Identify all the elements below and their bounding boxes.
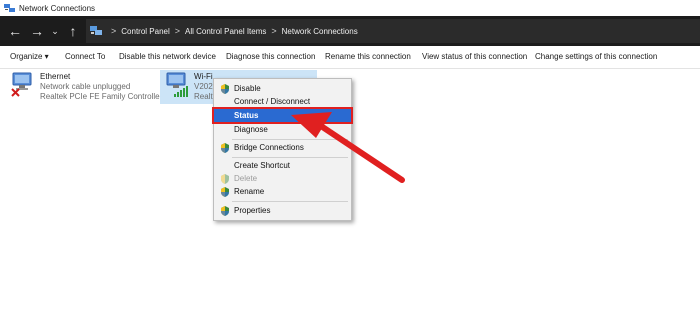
forward-button[interactable]: → bbox=[26, 24, 48, 38]
context-menu: Disable Connect / Disconnect Status Diag… bbox=[212, 78, 353, 221]
menu-separator bbox=[232, 201, 348, 202]
breadcrumb-separator: > bbox=[174, 26, 181, 36]
breadcrumb-control-panel[interactable]: Control Panel bbox=[121, 27, 169, 36]
uac-shield-icon bbox=[221, 187, 229, 197]
uac-shield-icon bbox=[221, 206, 229, 216]
up-button[interactable]: ↑ bbox=[62, 24, 84, 38]
disable-device-button[interactable]: Disable this network device bbox=[119, 52, 216, 61]
ethernet-adapter-icon bbox=[10, 72, 34, 98]
wifi-adapter-icon bbox=[164, 72, 188, 98]
organize-button[interactable]: Organize ▾ bbox=[10, 52, 49, 61]
wifi-connection[interactable]: Wi-Fi V202 Realt bbox=[164, 72, 213, 102]
ethernet-connection[interactable]: Ethernet Network cable unplugged Realtek… bbox=[10, 72, 162, 102]
menu-item-delete: Delete bbox=[214, 172, 351, 185]
recent-locations-chevron-icon[interactable]: ⌄ bbox=[48, 24, 62, 38]
diagnose-connection-button[interactable]: Diagnose this connection bbox=[226, 52, 315, 61]
menu-item-bridge-connections[interactable]: Bridge Connections bbox=[214, 141, 351, 154]
breadcrumb-all-control-panel-items[interactable]: All Control Panel Items bbox=[185, 27, 266, 36]
connect-to-button[interactable]: Connect To bbox=[65, 52, 105, 61]
window-title: Network Connections bbox=[19, 3, 96, 13]
address-bar[interactable]: > Control Panel > All Control Panel Item… bbox=[86, 19, 700, 43]
change-settings-button[interactable]: Change settings of this connection bbox=[535, 52, 657, 61]
ethernet-status: Network cable unplugged bbox=[40, 82, 131, 91]
menu-separator bbox=[232, 157, 348, 158]
wifi-device: Realt bbox=[194, 92, 213, 101]
uac-shield-icon bbox=[221, 174, 229, 184]
back-button[interactable]: ← bbox=[4, 24, 26, 38]
menu-item-diagnose[interactable]: Diagnose bbox=[214, 123, 351, 136]
wifi-network: V202 bbox=[194, 82, 213, 91]
command-bar: Organize ▾ Connect To Disable this netwo… bbox=[0, 46, 700, 69]
error-x-icon bbox=[11, 88, 20, 97]
control-panel-icon bbox=[90, 26, 102, 35]
view-status-button[interactable]: View status of this connection bbox=[422, 52, 527, 61]
menu-item-status[interactable]: Status bbox=[212, 107, 353, 124]
rename-connection-button[interactable]: Rename this connection bbox=[325, 52, 411, 61]
ethernet-device: Realtek PCIe FE Family Controller bbox=[40, 92, 163, 101]
navigation-bar: ← → ⌄ ↑ > Control Panel > All Control Pa… bbox=[0, 16, 700, 46]
menu-item-disable[interactable]: Disable bbox=[214, 82, 351, 95]
signal-bars-icon bbox=[174, 86, 188, 97]
breadcrumb-network-connections[interactable]: Network Connections bbox=[282, 27, 358, 36]
network-connections-icon bbox=[4, 3, 15, 12]
menu-separator bbox=[232, 139, 348, 140]
menu-item-connect-disconnect[interactable]: Connect / Disconnect bbox=[214, 95, 351, 108]
breadcrumb-separator: > bbox=[111, 26, 117, 36]
menu-item-create-shortcut[interactable]: Create Shortcut bbox=[214, 159, 351, 172]
ethernet-name: Ethernet bbox=[40, 72, 71, 81]
title-bar: Network Connections bbox=[0, 0, 700, 16]
wifi-name: Wi-Fi bbox=[194, 72, 213, 81]
menu-item-rename[interactable]: Rename bbox=[214, 185, 351, 198]
menu-item-properties[interactable]: Properties bbox=[214, 204, 351, 217]
uac-shield-icon bbox=[221, 84, 229, 94]
uac-shield-icon bbox=[221, 143, 229, 153]
breadcrumb-separator: > bbox=[271, 26, 277, 36]
